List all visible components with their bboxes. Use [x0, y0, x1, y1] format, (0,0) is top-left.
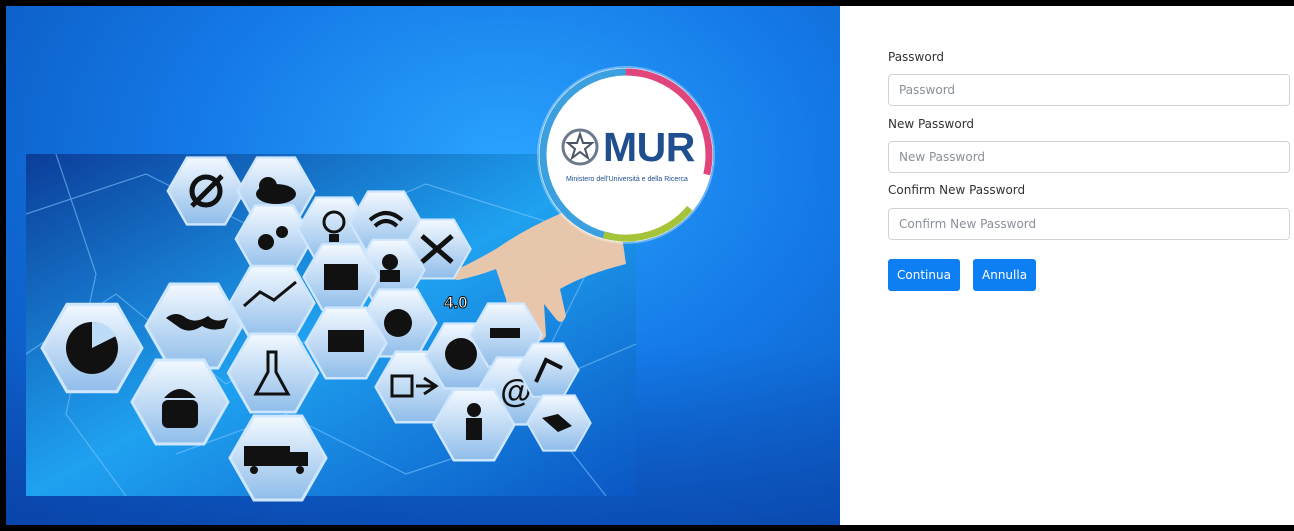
- pie-chart-icon: [40, 302, 144, 394]
- confirm-password-label: Confirm New Password: [888, 183, 1026, 197]
- truck-icon: [228, 414, 328, 502]
- mur-logo: MUR Ministero dell'Università e della Ri…: [539, 68, 713, 242]
- hero-panel: @ 4.0 MUR Ministero dell'Università e de…: [6, 6, 840, 525]
- worker-icon: [130, 358, 230, 446]
- no-signal-icon: [166, 156, 246, 226]
- chart-line-icon: [228, 264, 316, 342]
- password-label: Password: [888, 50, 945, 64]
- confirm-password-input[interactable]: [888, 208, 1290, 240]
- hex-icons: @ 4.0: [40, 156, 592, 502]
- page-frame: @ 4.0 MUR Ministero dell'Università e de…: [0, 0, 1294, 531]
- change-password-form: Password New Password Confirm New Passwo…: [840, 6, 1294, 525]
- new-password-input[interactable]: [888, 141, 1290, 173]
- logo-name: MUR: [603, 124, 695, 170]
- cancel-button[interactable]: Annulla: [973, 259, 1037, 291]
- continue-button[interactable]: Continua: [888, 259, 960, 291]
- industry-4-badge: 4.0: [444, 293, 468, 312]
- world-map-icon: [144, 282, 244, 370]
- password-input[interactable]: [888, 74, 1290, 106]
- flask-icon: [226, 332, 320, 414]
- new-password-label: New Password: [888, 117, 975, 131]
- logo-subtitle: Ministero dell'Università e della Ricerc…: [566, 176, 688, 183]
- italian-republic-emblem-icon: [561, 128, 599, 166]
